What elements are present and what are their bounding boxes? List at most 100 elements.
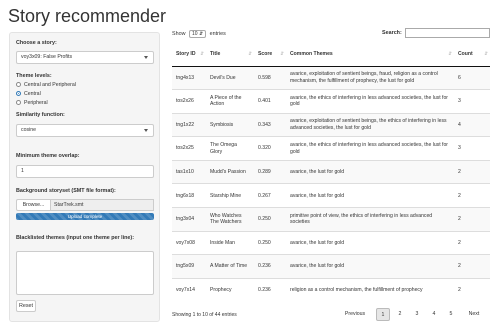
cell-title: A Matter of Time (206, 254, 254, 279)
cell-score: 0.236 (254, 277, 286, 302)
cell-common-themes: avarice, the lust for gold (286, 254, 454, 279)
table-row: tng1x22 Symbiosis 0.343 avarice, exploitati… (172, 112, 490, 137)
cell-title: Who Watches The Watchers (206, 207, 254, 232)
cell-score: 0.289 (254, 159, 286, 184)
page-length-value: 10 (192, 31, 198, 37)
table-info: Showing 1 to 10 of 44 entries (172, 312, 237, 318)
cell-story-id: tng6x18 (172, 183, 206, 208)
cell-score: 0.343 (254, 112, 286, 137)
radio-central-and-peripheral[interactable]: Central and Peripheral (16, 82, 76, 88)
cell-title: The Omega Glory (206, 136, 254, 161)
cell-title: Symbiosis (206, 112, 254, 137)
pagination-page-2[interactable]: 2 (393, 308, 407, 321)
sort-icon: ⇵ (448, 51, 452, 56)
cell-story-id: tos2x25 (172, 136, 206, 161)
cell-score: 0.267 (254, 183, 286, 208)
reset-button[interactable]: Reset (16, 300, 36, 312)
search-label: Search: (382, 30, 402, 36)
cell-count: 6 (454, 66, 490, 90)
cell-title: Starship Mine (206, 183, 254, 208)
background-storyset-label: Background storyset (SMT file format): (16, 188, 116, 194)
radio-unchecked-icon (16, 82, 21, 88)
radio-unchecked-icon (16, 100, 21, 106)
story-select[interactable]: voy3x09: False Profits (16, 51, 154, 64)
page-length-select[interactable]: 10 ⇵ (189, 30, 207, 38)
pagination-page-3[interactable]: 3 (410, 308, 424, 321)
pagination-page-4[interactable]: 4 (427, 308, 441, 321)
sidebar-panel: Choose a story: voy3x09: False Profits T… (9, 32, 160, 322)
column-header-title[interactable]: Title ⇵ (206, 42, 254, 67)
file-name-field: StarTrek.smt (51, 199, 154, 211)
cell-count: 3 (454, 136, 490, 161)
radio-checked-icon (16, 91, 21, 97)
table-row: tos2x25 The Omega Glory 0.320 avarice, the … (172, 136, 490, 161)
cell-story-id: tas1x10 (172, 159, 206, 184)
pagination-page-5[interactable]: 5 (444, 308, 458, 321)
pagination-page-1[interactable]: 1 (376, 308, 390, 321)
table-row: tng3x04 Who Watches The Watchers 0.250 prim… (172, 207, 490, 232)
sort-icon: ⇵ (484, 51, 488, 56)
cell-score: 0.598 (254, 66, 286, 90)
blacklist-textarea[interactable] (16, 251, 154, 295)
page-title: Story recommender (8, 6, 167, 26)
cell-score: 0.250 (254, 207, 286, 232)
cell-title: A Piece of the Action (206, 89, 254, 114)
pagination-next[interactable]: Next (462, 308, 486, 321)
radio-central[interactable]: Central (16, 91, 41, 97)
radio-label: Central and Peripheral (24, 82, 76, 88)
radio-peripheral[interactable]: Peripheral (16, 100, 48, 106)
cell-common-themes: avarice, exploitation of sentient beings… (286, 66, 454, 90)
results-table: Story ID ⇵ Title ⇵ Score ⇵ Common Themes ⇵ C… (172, 42, 490, 302)
cell-score: 0.320 (254, 136, 286, 161)
column-header-count[interactable]: Count ⇵ (454, 42, 490, 67)
sort-icon: ⇵ (248, 51, 252, 56)
table-row: tng4x13 Devil's Due 0.598 avarice, exploita… (172, 66, 490, 90)
cell-score: 0.236 (254, 254, 286, 279)
caret-down-icon (144, 129, 148, 132)
file-upload: Browse... StarTrek.smt (16, 199, 154, 211)
theme-levels-label: Theme levels: (16, 73, 52, 79)
cell-score: 0.250 (254, 230, 286, 255)
overlap-input[interactable]: 1 (16, 165, 154, 178)
show-suffix: entries (209, 31, 226, 37)
cell-common-themes: primitive point of view, the ethics of i… (286, 207, 454, 232)
browse-button[interactable]: Browse... (16, 199, 51, 211)
cell-title: Inside Man (206, 230, 254, 255)
table-row: tng6x18 Starship Mine 0.267 avarice, the lu… (172, 183, 490, 208)
table-row: tas1x10 Mudd's Passion 0.289 avarice, the l… (172, 159, 490, 184)
cell-count: 2 (454, 207, 490, 232)
column-header-common-themes[interactable]: Common Themes ⇵ (286, 42, 454, 67)
column-header-score[interactable]: Score ⇵ (254, 42, 286, 67)
show-prefix: Show (172, 31, 186, 37)
cell-story-id: tos2x26 (172, 89, 206, 114)
story-label: Choose a story: (16, 40, 57, 46)
story-select-value: voy3x09: False Profits (21, 54, 73, 60)
cell-story-id: tng3x04 (172, 207, 206, 232)
cell-common-themes: avarice, the lust for gold (286, 159, 454, 184)
sort-icon: ⇵ (200, 51, 204, 56)
cell-count: 2 (454, 277, 490, 302)
cell-count: 2 (454, 254, 490, 279)
similarity-label: Similarity function: (16, 112, 65, 118)
similarity-select[interactable]: cosine (16, 124, 154, 137)
radio-label: Peripheral (24, 100, 48, 106)
cell-story-id: voy7x08 (172, 230, 206, 255)
overlap-label: Minimum theme overlap: (16, 153, 80, 159)
sort-icon: ⇵ (280, 51, 284, 56)
similarity-select-value: cosine (21, 127, 36, 133)
cell-story-id: tng1x22 (172, 112, 206, 137)
table-row: voy7x08 Inside Man 0.250 avarice, the lust … (172, 230, 490, 255)
cell-common-themes: avarice, the ethics of interfering in le… (286, 89, 454, 114)
pagination-previous[interactable]: Previous (338, 308, 372, 321)
cell-count: 2 (454, 183, 490, 208)
results-panel: Show 10 ⇵ entries Search: Story ID ⇵ Titl… (172, 28, 490, 324)
radio-label: Central (24, 91, 41, 97)
page-length-control: Show 10 ⇵ entries (172, 30, 226, 38)
column-header-story-id[interactable]: Story ID ⇵ (172, 42, 206, 67)
cell-common-themes: avarice, the ethics of interfering in le… (286, 136, 454, 161)
search-input[interactable] (405, 28, 490, 38)
blacklist-label: Blacklisted themes (input one theme per … (16, 235, 135, 241)
cell-count: 2 (454, 230, 490, 255)
cell-common-themes: avarice, exploitation of sentient beings… (286, 112, 454, 137)
table-row: tos2x26 A Piece of the Action 0.401 avarice… (172, 89, 490, 114)
